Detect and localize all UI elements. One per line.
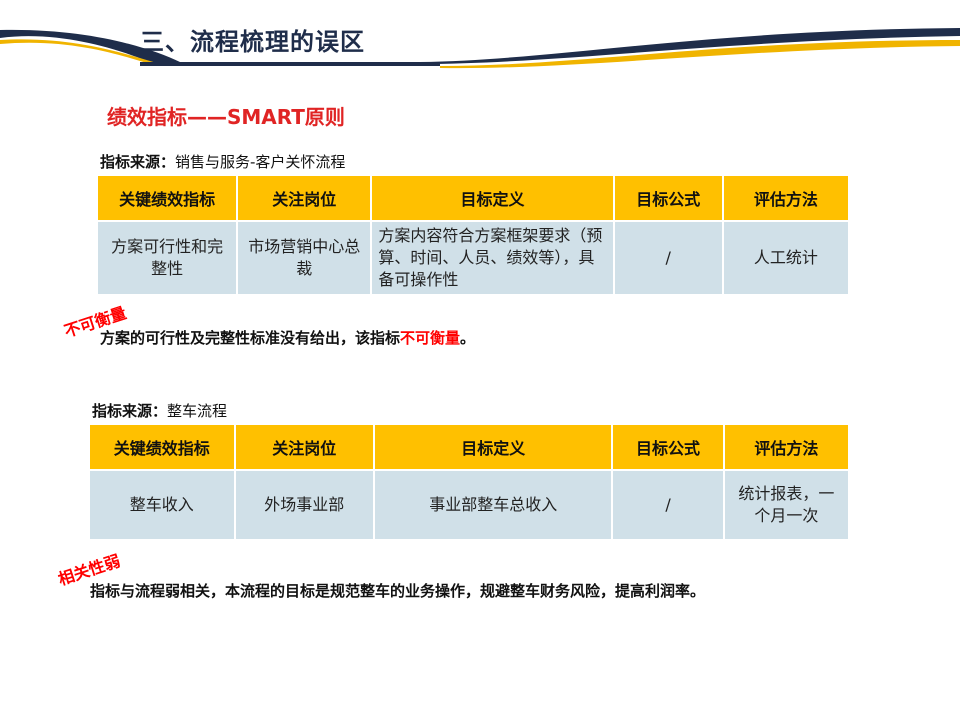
table2-cell-method: 统计报表，一个月一次 (724, 471, 848, 539)
kpi-table-1: 关键绩效指标 关注岗位 目标定义 目标公式 评估方法 方案可行性和完整性 市场营… (96, 174, 850, 296)
table2-header-definition: 目标定义 (374, 425, 612, 469)
table2-source: 指标来源：整车流程 (92, 400, 227, 421)
section-subtitle: 绩效指标——SMART原则 (107, 105, 345, 129)
table2-cell-position: 外场事业部 (235, 471, 373, 539)
table1-source: 指标来源：销售与服务-客户关怀流程 (100, 151, 345, 172)
table2-source-value: 整车流程 (167, 402, 228, 420)
table2-cell-kpi: 整车收入 (90, 471, 234, 539)
table2-note: 指标与流程弱相关，本流程的目标是规范整车的业务操作，规避整车财务风险，提高利润率… (90, 582, 706, 600)
table1-cell-position: 市场营销中心总裁 (238, 222, 371, 294)
page-title: 三、流程梳理的误区 (140, 28, 365, 56)
table2-header-formula: 目标公式 (613, 425, 723, 469)
table2-header-position: 关注岗位 (235, 425, 373, 469)
table1-note: 方案的可行性及完整性标准没有给出，该指标不可衡量。 (100, 327, 475, 348)
kpi-table-2: 关键绩效指标 关注岗位 目标定义 目标公式 评估方法 整车收入 外场事业部 事业… (88, 423, 850, 541)
table1-header-kpi: 关键绩效指标 (98, 176, 237, 220)
table1-note-suffix: 。 (460, 329, 476, 347)
table2-cell-definition: 事业部整车总收入 (374, 471, 612, 539)
table1-header-method: 评估方法 (723, 176, 848, 220)
table2-cell-formula: / (613, 471, 723, 539)
table1-header-position: 关注岗位 (238, 176, 371, 220)
table2-source-label: 指标来源： (92, 402, 168, 420)
table1-cell-definition: 方案内容符合方案框架要求（预算、时间、人员、绩效等），具备可操作性 (372, 222, 613, 294)
table1-source-label: 指标来源： (100, 153, 176, 171)
table1-cell-method: 人工统计 (723, 222, 848, 294)
table1-cell-kpi: 方案可行性和完整性 (98, 222, 237, 294)
table1-header-definition: 目标定义 (372, 176, 613, 220)
table1-header-formula: 目标公式 (614, 176, 722, 220)
table2-header-kpi: 关键绩效指标 (90, 425, 234, 469)
table1-note-highlight: 不可衡量 (400, 329, 461, 347)
table1-source-value: 销售与服务-客户关怀流程 (175, 153, 346, 171)
table1-note-prefix: 方案的可行性及完整性标准没有给出，该指标 (100, 329, 401, 347)
table2-header-method: 评估方法 (724, 425, 848, 469)
table1-cell-formula: / (614, 222, 722, 294)
